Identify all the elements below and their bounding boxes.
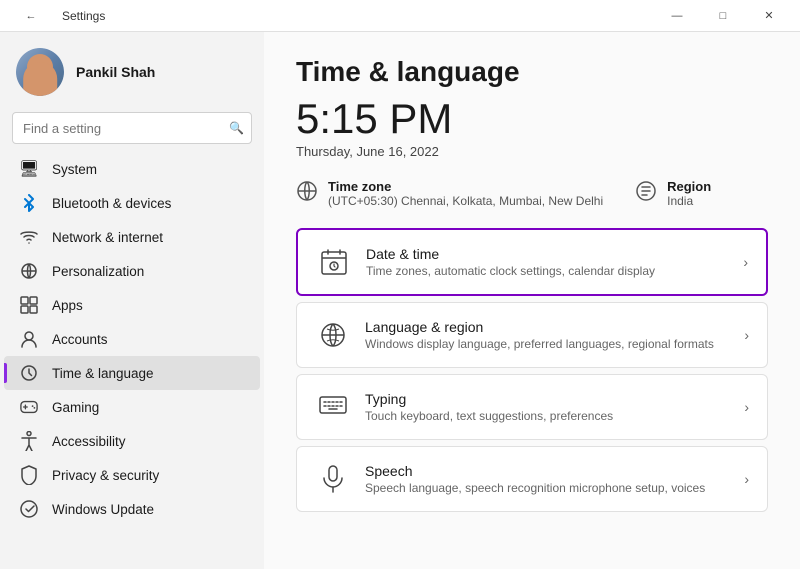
search-box: 🔍 [12,112,252,144]
settings-item-language[interactable]: Language & region Windows display langua… [296,302,768,368]
app-body: Pankil Shah 🔍 🖥 System Bluetooth & devic… [0,32,800,569]
accounts-icon [20,330,38,348]
sidebar-item-windows-update[interactable]: Windows Update [4,492,260,526]
title-bar: ← Settings — □ ✕ [0,0,800,32]
title-bar-title: Settings [62,9,105,23]
timezone-label: Time zone [328,179,603,194]
sidebar-item-accessibility[interactable]: Accessibility [4,424,260,458]
sidebar-item-label: Privacy & security [52,468,244,483]
timezone-icon [296,180,318,208]
chevron-right-icon: › [743,254,748,270]
sidebar-item-label: Gaming [52,400,244,415]
sidebar-nav: 🖥 System Bluetooth & devices Network & i… [0,152,264,526]
user-profile[interactable]: Pankil Shah [0,40,264,112]
language-icon [315,317,351,353]
back-button[interactable]: ← [8,0,54,32]
minimize-button[interactable]: — [654,0,700,32]
sidebar-item-apps[interactable]: Apps [4,288,260,322]
avatar [16,48,64,96]
speech-text: Speech Speech language, speech recogniti… [365,463,730,495]
settings-item-typing[interactable]: Typing Touch keyboard, text suggestions,… [296,374,768,440]
region-value: India [667,194,711,208]
sidebar-item-network[interactable]: Network & internet [4,220,260,254]
chevron-right-icon: › [744,327,749,343]
sidebar-item-gaming[interactable]: Gaming [4,390,260,424]
current-time: 5:15 PM [296,96,768,142]
personalization-icon [20,262,38,280]
typing-desc: Touch keyboard, text suggestions, prefer… [365,409,730,423]
sidebar-item-label: Windows Update [52,502,244,517]
sidebar-item-privacy[interactable]: Privacy & security [4,458,260,492]
sidebar-item-personalization[interactable]: Personalization [4,254,260,288]
maximize-button[interactable]: □ [700,0,746,32]
search-icon: 🔍 [229,121,244,135]
settings-item-date-time[interactable]: Date & time Time zones, automatic clock … [296,228,768,296]
region-text: Region India [667,179,711,208]
timezone-info: Time zone (UTC+05:30) Chennai, Kolkata, … [296,179,603,208]
sidebar-item-label: System [52,162,244,177]
close-button[interactable]: ✕ [746,0,792,32]
sidebar-item-label: Personalization [52,264,244,279]
sidebar-item-label: Time & language [52,366,244,381]
title-bar-left: ← Settings [8,0,105,32]
privacy-icon [20,466,38,484]
sidebar-item-label: Accessibility [52,434,244,449]
network-icon [20,228,38,246]
gaming-icon [20,398,38,416]
date-time-text: Date & time Time zones, automatic clock … [366,246,729,278]
date-time-desc: Time zones, automatic clock settings, ca… [366,264,729,278]
typing-title: Typing [365,391,730,407]
accessibility-icon [20,432,38,450]
bluetooth-icon [20,194,38,212]
info-row: Time zone (UTC+05:30) Chennai, Kolkata, … [296,179,768,208]
chevron-right-icon: › [744,471,749,487]
title-bar-controls: — □ ✕ [654,0,792,32]
page-title: Time & language [296,56,768,88]
user-name: Pankil Shah [76,64,155,80]
windows-update-icon [20,500,38,518]
settings-item-speech[interactable]: Speech Speech language, speech recogniti… [296,446,768,512]
sidebar-item-label: Network & internet [52,230,244,245]
date-time-icon [316,244,352,280]
chevron-right-icon: › [744,399,749,415]
language-title: Language & region [365,319,730,335]
sidebar-item-accounts[interactable]: Accounts [4,322,260,356]
timezone-value: (UTC+05:30) Chennai, Kolkata, Mumbai, Ne… [328,194,603,208]
language-desc: Windows display language, preferred lang… [365,337,730,351]
search-input[interactable] [12,112,252,144]
sidebar-item-bluetooth[interactable]: Bluetooth & devices [4,186,260,220]
timezone-text: Time zone (UTC+05:30) Chennai, Kolkata, … [328,179,603,208]
speech-desc: Speech language, speech recognition micr… [365,481,730,495]
system-icon: 🖥 [20,160,38,178]
region-info: Region India [635,179,711,208]
typing-text: Typing Touch keyboard, text suggestions,… [365,391,730,423]
date-time-title: Date & time [366,246,729,262]
sidebar-item-system[interactable]: 🖥 System [4,152,260,186]
settings-list: Date & time Time zones, automatic clock … [296,228,768,512]
sidebar: Pankil Shah 🔍 🖥 System Bluetooth & devic… [0,32,264,569]
sidebar-item-time-language[interactable]: Time & language [4,356,260,390]
current-date: Thursday, June 16, 2022 [296,144,768,159]
main-content: Time & language 5:15 PM Thursday, June 1… [264,32,800,569]
sidebar-item-label: Accounts [52,332,244,347]
speech-icon [315,461,351,497]
region-icon [635,180,657,208]
language-text: Language & region Windows display langua… [365,319,730,351]
time-language-icon [20,364,38,382]
sidebar-item-label: Bluetooth & devices [52,196,244,211]
typing-icon [315,389,351,425]
speech-title: Speech [365,463,730,479]
sidebar-item-label: Apps [52,298,244,313]
region-label: Region [667,179,711,194]
apps-icon [20,296,38,314]
